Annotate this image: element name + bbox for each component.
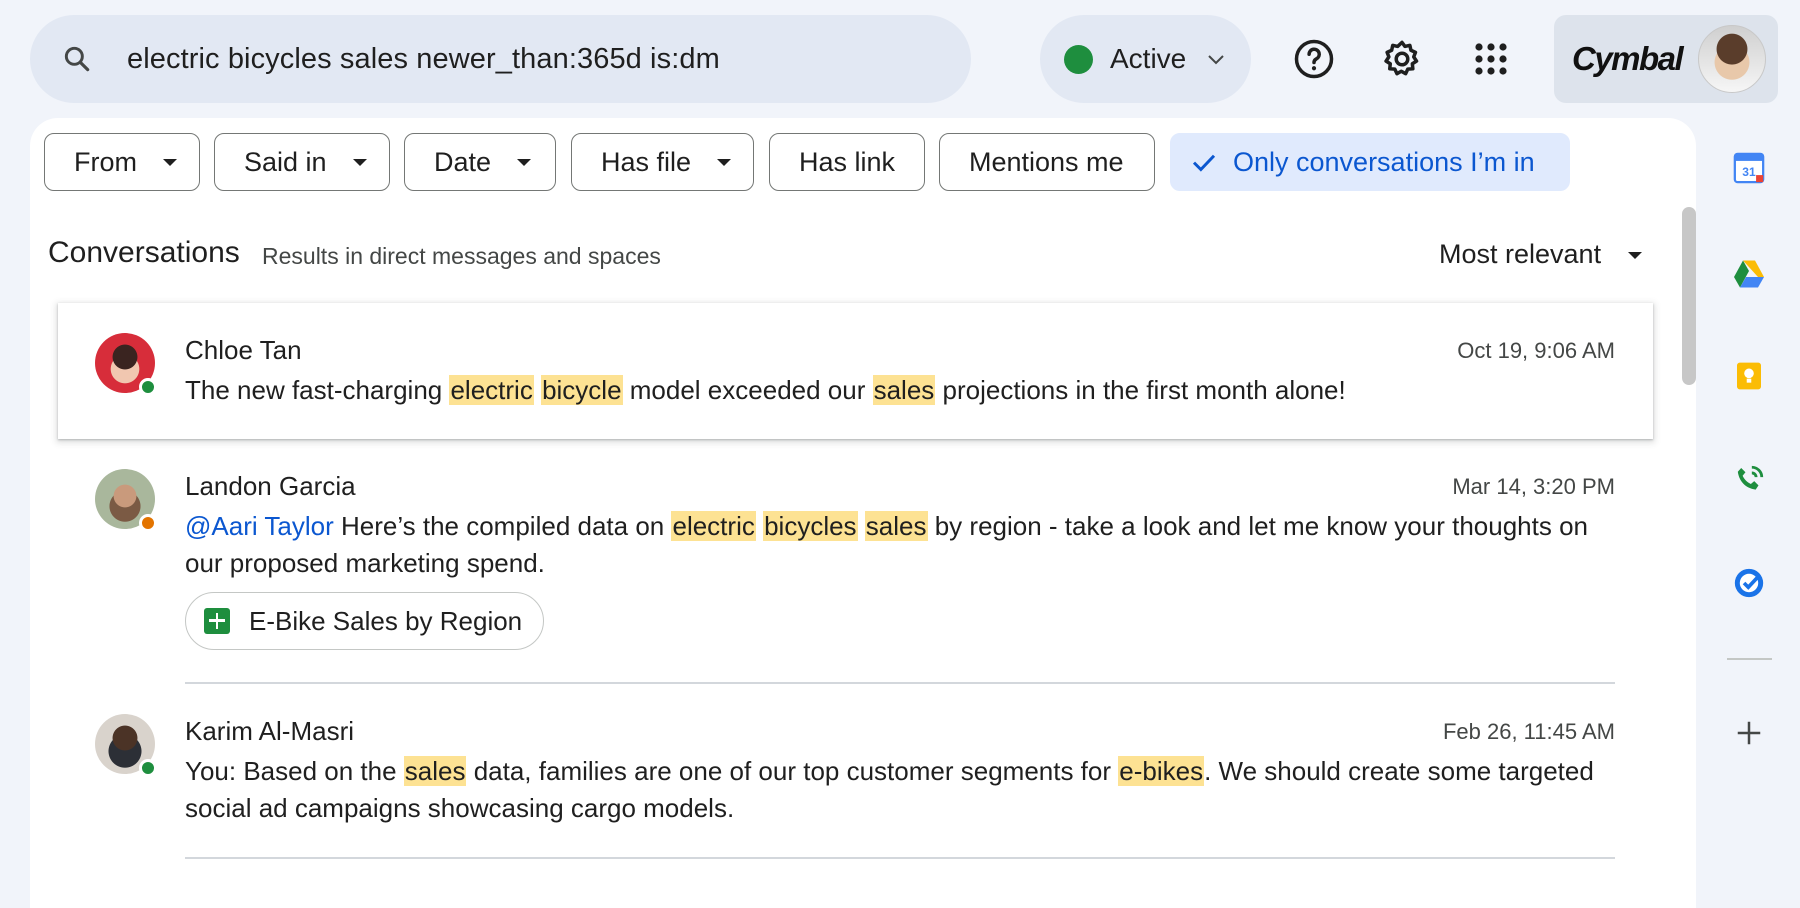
dropdown-arrow-icon xyxy=(352,158,367,166)
message-timestamp: Oct 19, 9:06 AM xyxy=(1457,338,1615,363)
profile-avatar[interactable] xyxy=(1698,25,1767,93)
conversation-result[interactable]: Karim Al-Masri Feb 26, 11:45 AM You: Bas… xyxy=(58,684,1653,854)
status-selector[interactable]: Active xyxy=(1040,15,1251,103)
section-title: Conversations xyxy=(48,236,240,269)
filter-only-my-conversations-chip[interactable]: Only conversations I’m in xyxy=(1170,133,1570,191)
search-term-highlight: electric xyxy=(671,511,756,541)
message-text: projections in the first month alone! xyxy=(935,375,1346,405)
help-icon[interactable] xyxy=(1289,34,1339,84)
message-text xyxy=(756,511,763,541)
search-term-highlight: electric xyxy=(449,375,534,405)
filter-label: Has file xyxy=(601,146,692,177)
attachment-name: E-Bike Sales by Region xyxy=(249,605,523,636)
dropdown-arrow-icon xyxy=(163,158,177,166)
filter-mentions-me-chip[interactable]: Mentions me xyxy=(939,133,1155,191)
result-divider xyxy=(185,857,1615,859)
search-icon[interactable] xyxy=(61,43,93,75)
dropdown-arrow-icon xyxy=(717,158,732,166)
sheets-icon xyxy=(204,608,230,634)
message-text: data, families are one of our top custom… xyxy=(466,756,1119,786)
message-text xyxy=(534,375,541,405)
message-text: model exceeded our xyxy=(622,375,873,405)
apps-grid-icon[interactable] xyxy=(1466,34,1516,84)
calendar-day: 31 xyxy=(1742,165,1756,179)
drive-icon[interactable] xyxy=(1729,254,1769,294)
user-mention-link[interactable]: @Aari Taylor xyxy=(185,511,334,541)
status-label: Active xyxy=(1110,43,1187,74)
filter-from-chip[interactable]: From xyxy=(44,133,200,191)
message-snippet: You: Based on the sales data, families a… xyxy=(185,753,1625,827)
search-bar[interactable]: electric bicycles sales newer_than:365d … xyxy=(30,15,971,103)
section-subtitle: Results in direct messages and spaces xyxy=(262,243,661,269)
sender-name[interactable]: Landon Garcia xyxy=(185,471,356,502)
filter-date-chip[interactable]: Date xyxy=(404,133,556,191)
filter-label: Mentions me xyxy=(969,146,1124,177)
message-text xyxy=(858,511,865,541)
chevron-down-icon xyxy=(1208,55,1224,65)
message-text: The new fast-charging xyxy=(185,375,450,405)
add-icon[interactable] xyxy=(1729,713,1769,753)
presence-away-indicator xyxy=(139,514,157,532)
status-indicator xyxy=(1064,44,1093,74)
search-term-highlight: e-bikes xyxy=(1118,756,1205,786)
filter-label: Date xyxy=(434,146,492,177)
settings-gear-icon[interactable] xyxy=(1377,34,1427,84)
message-text: You: Based on the xyxy=(185,756,404,786)
message-timestamp: Mar 14, 3:20 PM xyxy=(1452,474,1615,499)
dropdown-arrow-icon xyxy=(517,158,532,166)
message-snippet: The new fast-charging electric bicycle m… xyxy=(185,372,1615,409)
conversation-result[interactable]: Chloe Tan Oct 19, 9:06 AM The new fast-c… xyxy=(58,303,1653,439)
attachment-chip[interactable]: E-Bike Sales by Region xyxy=(185,592,544,650)
calendar-icon[interactable]: 31 xyxy=(1729,148,1769,188)
sender-name[interactable]: Karim Al-Masri xyxy=(185,716,354,747)
rail-divider xyxy=(1727,658,1772,660)
message-text: Here’s the compiled data on xyxy=(333,511,672,541)
filter-label: Only conversations I’m in xyxy=(1233,146,1535,177)
sort-dropdown[interactable]: Most relevant xyxy=(1439,239,1601,270)
search-query[interactable]: electric bicycles sales newer_than:365d … xyxy=(127,43,720,76)
filter-label: From xyxy=(74,146,137,177)
search-term-highlight: bicycles xyxy=(763,511,858,541)
filter-has-link-chip[interactable]: Has link xyxy=(769,133,925,191)
brand-logo: Cymbal xyxy=(1572,40,1684,77)
message-snippet: @Aari Taylor Here’s the compiled data on… xyxy=(185,508,1625,582)
check-icon xyxy=(1192,154,1216,172)
voice-icon[interactable] xyxy=(1729,460,1769,500)
search-term-highlight: sales xyxy=(403,756,467,786)
dropdown-arrow-icon[interactable] xyxy=(1628,252,1642,259)
presence-online-indicator xyxy=(139,378,157,396)
message-timestamp: Feb 26, 11:45 AM xyxy=(1442,719,1615,744)
filter-label: Has link xyxy=(799,146,896,177)
search-term-highlight: sales xyxy=(872,375,936,405)
search-term-highlight: sales xyxy=(864,511,928,541)
presence-online-indicator xyxy=(139,759,157,777)
keep-icon[interactable] xyxy=(1729,356,1769,396)
account-switcher[interactable]: Cymbal xyxy=(1554,15,1778,103)
filter-said-in-chip[interactable]: Said in xyxy=(214,133,390,191)
tasks-icon[interactable] xyxy=(1729,563,1769,603)
filter-has-file-chip[interactable]: Has file xyxy=(571,133,754,191)
filter-label: Said in xyxy=(244,146,327,177)
sender-name[interactable]: Chloe Tan xyxy=(185,335,302,366)
scrollbar-thumb[interactable] xyxy=(1682,207,1696,385)
search-term-highlight: bicycle xyxy=(541,375,623,405)
